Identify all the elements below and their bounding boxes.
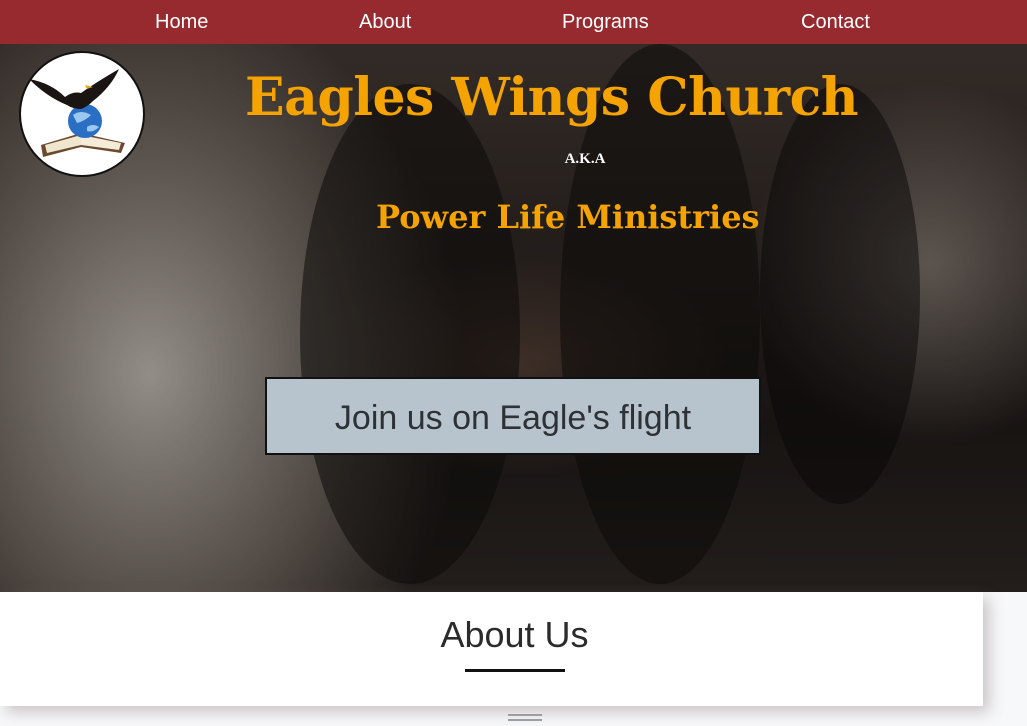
site-title: Eagles Wings Church: [245, 67, 859, 128]
nav-programs-link[interactable]: Programs: [562, 10, 649, 34]
nav-home-link[interactable]: Home: [155, 10, 208, 34]
about-title-underline: [465, 669, 565, 672]
drag-handle-icon[interactable]: [508, 714, 542, 722]
church-logo[interactable]: [19, 51, 145, 177]
ministry-subtitle: Power Life Ministries: [376, 198, 760, 236]
eagle-bible-globe-logo-icon: [29, 69, 125, 157]
about-section: About Us: [0, 592, 983, 706]
nav-contact-link[interactable]: Contact: [801, 10, 870, 34]
aka-label: A.K.A: [564, 151, 606, 167]
join-us-button[interactable]: Join us on Eagle's flight: [265, 377, 761, 455]
about-title: About Us: [440, 614, 589, 655]
nav-about-link[interactable]: About: [359, 10, 411, 34]
top-navbar: Home About Programs Contact: [0, 0, 1027, 44]
